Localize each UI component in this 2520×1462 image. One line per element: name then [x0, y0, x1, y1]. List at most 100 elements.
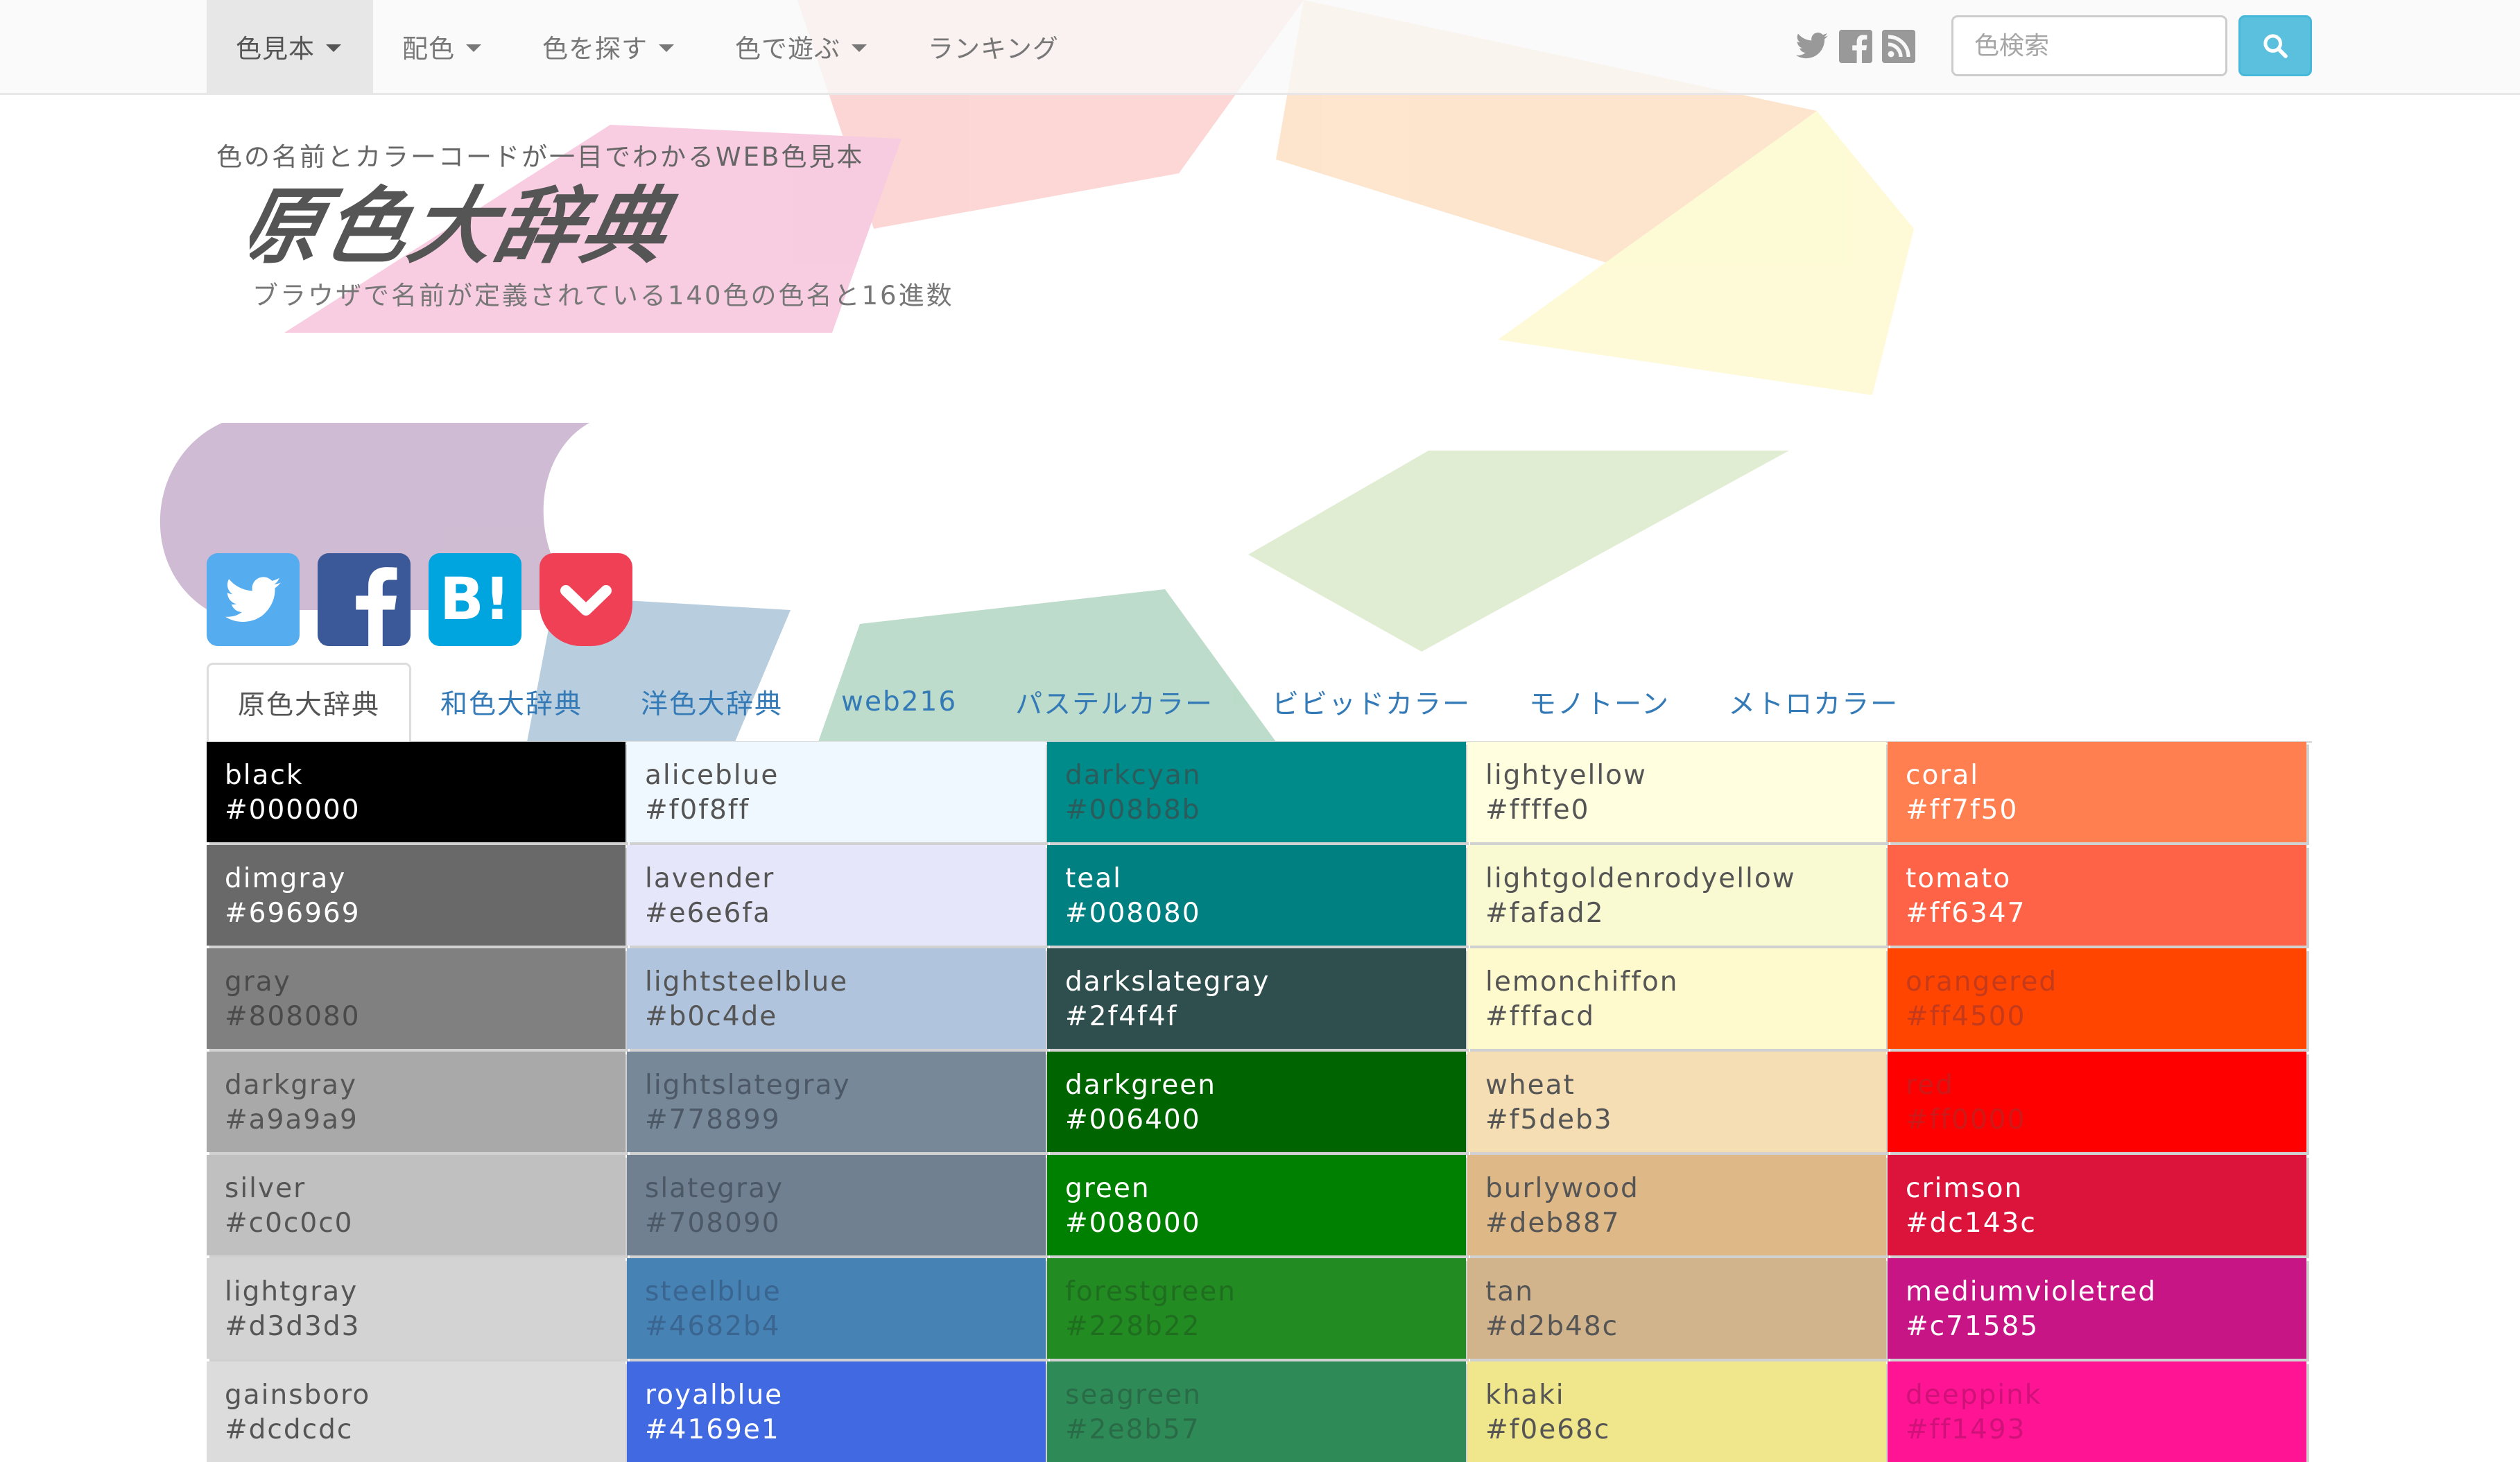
- color-swatch[interactable]: teal #008080: [1047, 845, 1466, 946]
- color-swatch[interactable]: darkgray #a9a9a9: [207, 1052, 625, 1152]
- color-swatch[interactable]: silver #c0c0c0: [207, 1155, 625, 1255]
- site-logo[interactable]: 原色大辞典: [250, 177, 853, 275]
- tab-monotone[interactable]: モノトーン: [1500, 663, 1699, 741]
- color-name: lightgray: [225, 1276, 359, 1307]
- color-name: seagreen: [1065, 1380, 1202, 1411]
- color-swatch[interactable]: forestgreen #228b22: [1047, 1258, 1466, 1359]
- share-hatena-button[interactable]: B!: [429, 553, 521, 646]
- color-name: black: [225, 760, 304, 791]
- share-pocket-button[interactable]: [540, 553, 632, 646]
- color-swatch[interactable]: deeppink #ff1493: [1888, 1361, 2306, 1462]
- tab-label: 原色大辞典: [238, 690, 381, 721]
- color-swatch[interactable]: slategray #708090: [627, 1155, 1046, 1255]
- color-swatch[interactable]: wheat #f5deb3: [1467, 1052, 1886, 1152]
- color-swatch[interactable]: coral #ff7f50: [1888, 742, 2306, 842]
- color-hex-code: #2e8b57: [1065, 1414, 1200, 1445]
- color-hex-code: #a9a9a9: [225, 1104, 359, 1135]
- color-swatch[interactable]: lightgray #d3d3d3: [207, 1258, 625, 1359]
- nav-item-color-schemes[interactable]: 配色: [373, 0, 513, 93]
- color-swatch[interactable]: green #008000: [1047, 1155, 1466, 1255]
- color-name: dimgray: [225, 863, 347, 894]
- color-swatch[interactable]: lightsteelblue #b0c4de: [627, 948, 1046, 1049]
- color-swatch[interactable]: red #ff0000: [1888, 1052, 2306, 1152]
- tab-label: メトロカラー: [1728, 688, 1899, 720]
- color-swatch[interactable]: gray #808080: [207, 948, 625, 1049]
- site-subtitle: ブラウザで名前が定義されている140色の色名と16進数: [252, 281, 954, 311]
- color-name: darkgray: [225, 1070, 358, 1101]
- share-facebook-button[interactable]: [318, 553, 411, 646]
- color-swatch[interactable]: lemonchiffon #fffacd: [1467, 948, 1886, 1049]
- color-hex-code: #fffacd: [1485, 1001, 1595, 1032]
- color-search-input[interactable]: [1951, 15, 2227, 76]
- color-hex-code: #2f4f4f: [1065, 1001, 1178, 1032]
- color-swatch[interactable]: burlywood #deb887: [1467, 1155, 1886, 1255]
- search-icon: [2263, 34, 2288, 58]
- hatena-label: B!: [440, 565, 510, 633]
- color-hex-code: #e6e6fa: [645, 898, 771, 929]
- color-name: gray: [225, 966, 291, 998]
- color-hex-code: #708090: [645, 1208, 781, 1239]
- color-swatch[interactable]: aliceblue #f0f8ff: [627, 742, 1046, 842]
- color-hex-code: #778899: [645, 1104, 781, 1135]
- rss-icon[interactable]: [1882, 29, 1915, 64]
- color-swatch[interactable]: lightyellow #ffffe0: [1467, 742, 1886, 842]
- color-hex-code: #f0f8ff: [645, 794, 750, 826]
- tab-metro-colors[interactable]: メトロカラー: [1699, 663, 1928, 741]
- color-hex-code: #000000: [225, 794, 361, 826]
- color-swatch[interactable]: darkcyan #008b8b: [1047, 742, 1466, 842]
- tab-label: ビビッドカラー: [1271, 688, 1471, 720]
- color-name: lightgoldenrodyellow: [1485, 863, 1796, 894]
- facebook-icon[interactable]: [1839, 29, 1872, 64]
- color-swatch[interactable]: lavender #e6e6fa: [627, 845, 1046, 946]
- search-button[interactable]: [2238, 15, 2312, 76]
- color-grid: black #000000 aliceblue #f0f8ff darkcyan #008…: [207, 742, 2312, 1462]
- color-swatch[interactable]: darkslategray #2f4f4f: [1047, 948, 1466, 1049]
- nav-item-ranking[interactable]: ランキング: [899, 0, 1091, 93]
- color-swatch[interactable]: dimgray #696969: [207, 845, 625, 946]
- top-navbar: 色見本 配色 色を探す 色で遊ぶ ランキング: [0, 0, 2520, 95]
- color-swatch[interactable]: mediumvioletred #c71585: [1888, 1258, 2306, 1359]
- color-swatch[interactable]: tan #d2b48c: [1467, 1258, 1886, 1359]
- color-name: teal: [1065, 863, 1123, 894]
- color-name: coral: [1906, 760, 1980, 791]
- tab-vivid-colors[interactable]: ビビッドカラー: [1243, 663, 1500, 741]
- color-name: lightsteelblue: [645, 966, 849, 998]
- tab-japanese-colors[interactable]: 和色大辞典: [411, 663, 612, 741]
- color-swatch[interactable]: seagreen #2e8b57: [1047, 1361, 1466, 1462]
- tab-label: 和色大辞典: [440, 688, 583, 720]
- tab-western-colors[interactable]: 洋色大辞典: [612, 663, 812, 741]
- twitter-icon[interactable]: [1795, 29, 1829, 64]
- color-hex-code: #ff4500: [1906, 1001, 2026, 1032]
- color-swatch[interactable]: steelblue #4682b4: [627, 1258, 1046, 1359]
- tab-primary-colors[interactable]: 原色大辞典: [207, 663, 412, 743]
- color-swatch[interactable]: black #000000: [207, 742, 625, 842]
- share-twitter-button[interactable]: [207, 553, 300, 646]
- color-name: forestgreen: [1065, 1276, 1237, 1307]
- color-name: aliceblue: [645, 760, 779, 791]
- color-swatch[interactable]: crimson #dc143c: [1888, 1155, 2306, 1255]
- color-name: red: [1906, 1070, 1954, 1101]
- nav-item-color-samples[interactable]: 色見本: [207, 0, 373, 93]
- color-swatch[interactable]: gainsboro #dcdcdc: [207, 1361, 625, 1462]
- color-swatch[interactable]: khaki #f0e68c: [1467, 1361, 1886, 1462]
- color-swatch[interactable]: royalblue #4169e1: [627, 1361, 1046, 1462]
- color-hex-code: #008b8b: [1065, 794, 1201, 826]
- nav-item-find-colors[interactable]: 色を探す: [513, 0, 706, 93]
- color-name: lightslategray: [645, 1070, 851, 1101]
- color-swatch[interactable]: orangered #ff4500: [1888, 948, 2306, 1049]
- tab-web216[interactable]: web216: [812, 663, 986, 741]
- color-swatch[interactable]: tomato #ff6347: [1888, 845, 2306, 946]
- pocket-icon: [560, 585, 612, 616]
- nav-item-play-with-colors[interactable]: 色で遊ぶ: [706, 0, 899, 93]
- nav-item-label: ランキング: [928, 34, 1059, 64]
- color-hex-code: #c71585: [1906, 1311, 2039, 1342]
- hatena-bookmark-icon: B!: [440, 565, 510, 633]
- color-hex-code: #4169e1: [645, 1414, 780, 1445]
- color-hex-code: #fafad2: [1485, 898, 1605, 929]
- color-swatch[interactable]: lightgoldenrodyellow #fafad2: [1467, 845, 1886, 946]
- tab-pastel-colors[interactable]: パステルカラー: [986, 663, 1243, 741]
- color-hex-code: #228b22: [1065, 1311, 1201, 1342]
- color-swatch[interactable]: darkgreen #006400: [1047, 1052, 1466, 1152]
- facebook-icon: [356, 567, 397, 646]
- color-swatch[interactable]: lightslategray #778899: [627, 1052, 1046, 1152]
